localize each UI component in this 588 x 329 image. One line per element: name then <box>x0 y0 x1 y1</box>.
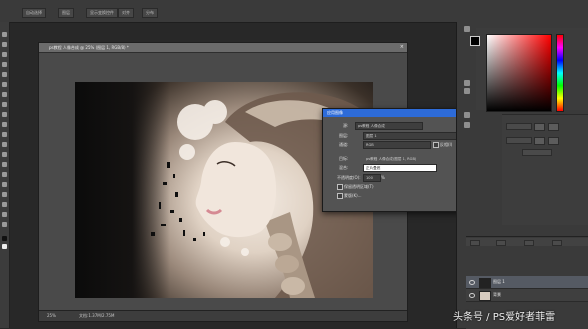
shape-tool-icon[interactable] <box>2 202 7 207</box>
eraser-tool-icon[interactable] <box>2 132 7 137</box>
watermark-text: 头条号 / PS爱好者菲雷 <box>453 312 556 323</box>
invert-checkbox[interactable] <box>433 142 439 148</box>
opacity-label: 不透明度(O): <box>337 175 361 180</box>
zoom-level[interactable]: 25% <box>47 313 56 318</box>
mask-label: 蒙版(K)... <box>344 193 362 198</box>
target-label: 目标: <box>339 156 349 161</box>
layer-name: 背景 <box>493 292 501 297</box>
layer-row[interactable]: 背景 <box>466 289 588 302</box>
zoom-tool-icon[interactable] <box>2 222 7 227</box>
brush-settings-icon[interactable] <box>464 112 470 118</box>
blending-select[interactable]: 正片叠底 <box>363 164 437 172</box>
path-select-tool-icon[interactable] <box>2 192 7 197</box>
panel-button[interactable] <box>534 137 545 145</box>
panel-field[interactable] <box>506 123 532 130</box>
adjustments-panel <box>502 114 588 225</box>
layer-select[interactable]: 图层 1 <box>363 132 459 140</box>
layer-name: 图层 1 <box>493 279 505 284</box>
channel-select[interactable]: RGB <box>363 141 431 149</box>
eye-icon[interactable] <box>469 280 475 285</box>
panel-button[interactable] <box>534 123 545 131</box>
tools-panel <box>0 22 10 328</box>
info-icon[interactable] <box>464 88 470 94</box>
source-label: 源: <box>343 123 349 128</box>
background-color-icon[interactable] <box>2 244 7 249</box>
layer-dropdown[interactable]: 图层 <box>58 8 74 18</box>
lasso-tool-icon[interactable] <box>2 52 7 57</box>
eyedropper-tool-icon[interactable] <box>2 82 7 87</box>
opacity-control[interactable] <box>524 240 534 246</box>
history-brush-tool-icon[interactable] <box>2 122 7 127</box>
preserve-transparency-checkbox[interactable] <box>337 184 343 190</box>
opacity-input[interactable]: 100 <box>363 174 381 182</box>
gradient-tool-icon[interactable] <box>2 142 7 147</box>
close-icon[interactable]: × <box>400 44 404 51</box>
show-transform-checkbox[interactable]: 显示变换控件 <box>86 8 118 18</box>
eye-icon[interactable] <box>469 293 475 298</box>
dialog-title: 应用图像 <box>327 110 343 115</box>
mask-checkbox[interactable] <box>337 193 343 199</box>
document-tab[interactable]: ps教程 人像合成 @ 25% (图层 1, RGB/8) * × <box>39 43 407 53</box>
blending-label: 混合: <box>339 165 349 170</box>
hue-slider[interactable] <box>556 34 564 112</box>
opacity-unit: % <box>381 175 385 180</box>
align-control[interactable]: 对齐 <box>118 8 134 18</box>
panel-field[interactable] <box>506 137 532 144</box>
channel-label: 通道: <box>339 142 349 147</box>
foreground-swatch[interactable] <box>470 36 480 46</box>
layer-label: 图层: <box>339 133 349 138</box>
quick-select-tool-icon[interactable] <box>2 62 7 67</box>
move-tool-icon[interactable] <box>2 32 7 37</box>
invert-label: 反相(I) <box>440 142 453 147</box>
foreground-color-icon[interactable] <box>2 236 7 241</box>
layer-thumbnail <box>479 278 491 288</box>
layer-thumbnail <box>479 291 491 301</box>
target-value: ps教程 人像合成(图层 1, RGB) <box>366 157 417 161</box>
dodge-tool-icon[interactable] <box>2 162 7 167</box>
hand-tool-icon[interactable] <box>2 212 7 217</box>
panel-field[interactable] <box>522 149 552 156</box>
blur-tool-icon[interactable] <box>2 152 7 157</box>
layer-row[interactable]: 图层 1 <box>466 276 588 289</box>
options-bar: 自动选择 图层 显示变换控件 对齐 分布 <box>0 0 588 23</box>
preserve-transparency-label: 保留透明区域(T) <box>344 184 374 189</box>
brush-tool-icon[interactable] <box>2 102 7 107</box>
stamp-tool-icon[interactable] <box>2 112 7 117</box>
document-size: 文档:1.37M/2.75M <box>79 313 115 318</box>
status-bar: 25% 文档:1.37M/2.75M <box>39 310 407 321</box>
marquee-tool-icon[interactable] <box>2 42 7 47</box>
source-select[interactable]: ps教程 人像合成 <box>355 122 423 130</box>
crop-tool-icon[interactable] <box>2 72 7 77</box>
fill-control[interactable] <box>552 240 562 246</box>
healing-tool-icon[interactable] <box>2 92 7 97</box>
document-title: ps教程 人像合成 @ 25% (图层 1, RGB/8) * <box>49 45 129 50</box>
layers-panel-header <box>466 238 588 246</box>
history-icon[interactable] <box>464 26 470 32</box>
panel-button[interactable] <box>548 123 559 131</box>
layer-filter-control[interactable] <box>470 240 480 246</box>
pen-tool-icon[interactable] <box>2 172 7 177</box>
actions-icon[interactable] <box>464 122 470 128</box>
blend-mode-control[interactable] <box>496 240 506 246</box>
auto-select-checkbox[interactable]: 自动选择 <box>22 8 46 18</box>
type-tool-icon[interactable] <box>2 182 7 187</box>
color-picker-field[interactable] <box>486 34 552 112</box>
properties-icon[interactable] <box>464 80 470 86</box>
distribute-control[interactable]: 分布 <box>142 8 158 18</box>
panel-button[interactable] <box>548 137 559 145</box>
